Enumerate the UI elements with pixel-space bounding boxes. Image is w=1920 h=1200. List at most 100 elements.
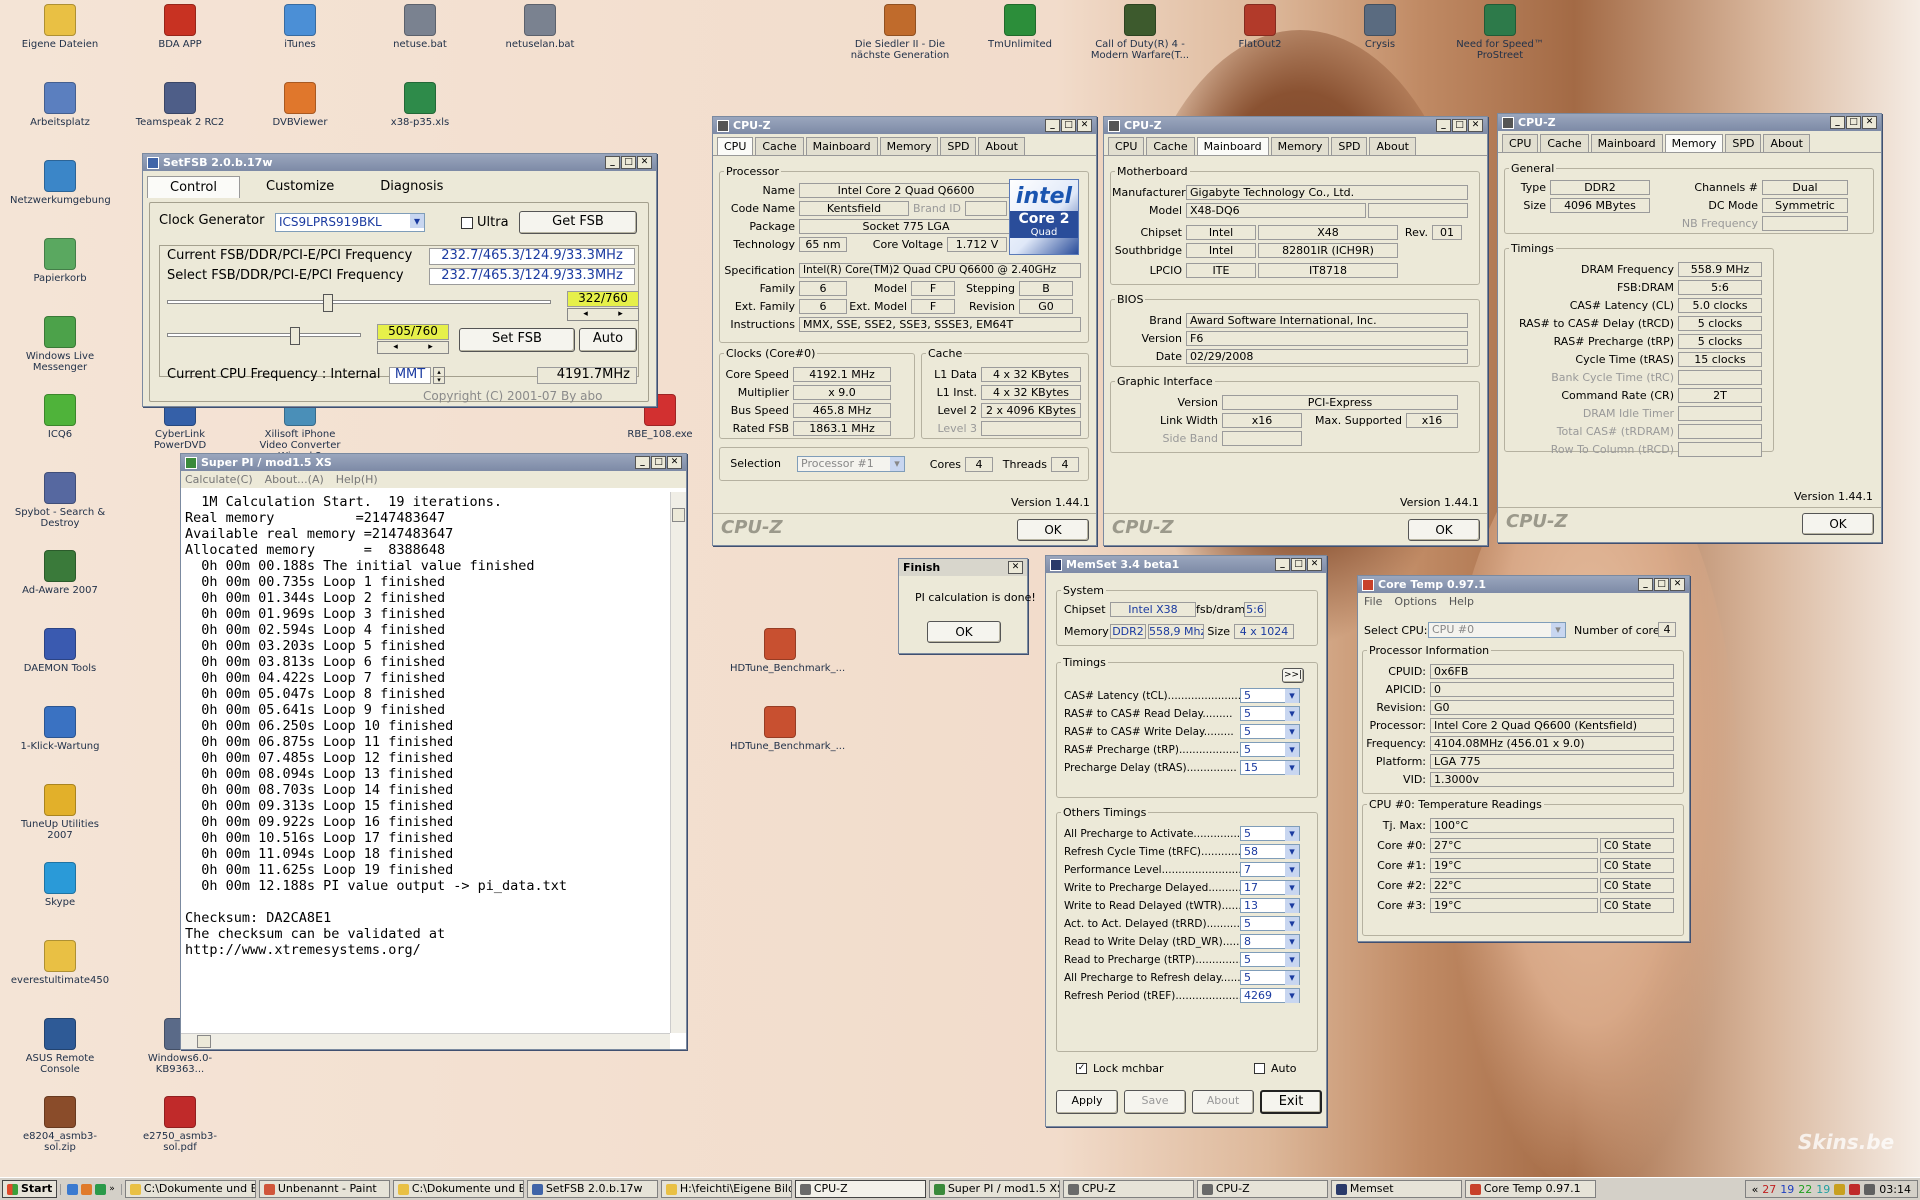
desktop-icon[interactable]: Papierkorb xyxy=(10,238,110,284)
minimize-button[interactable]: _ xyxy=(1830,116,1845,129)
maximize-button[interactable]: □ xyxy=(651,456,666,469)
desktop-icon[interactable]: Netzwerkumgebung xyxy=(10,160,111,206)
taskbar-button[interactable]: CPU-Z xyxy=(1196,1180,1328,1198)
memset-timing-select[interactable]: 5 xyxy=(1240,706,1300,721)
taskbar-button[interactable]: Core Temp 0.97.1 xyxy=(1464,1180,1596,1198)
media-player-icon[interactable] xyxy=(95,1183,107,1195)
spinner-right-icon[interactable]: ▸ xyxy=(618,309,623,320)
cpuz-title-bar[interactable]: CPU-Z _ □ ✕ xyxy=(1498,114,1881,131)
taskbar-button[interactable]: Memset xyxy=(1330,1180,1462,1198)
taskbar-button[interactable]: H:\feichti\Eigene Bild... xyxy=(660,1180,792,1198)
tab-cpu[interactable]: CPU xyxy=(1108,137,1145,155)
vertical-scrollbar[interactable] xyxy=(670,492,686,1033)
maximize-button[interactable]: □ xyxy=(1846,116,1861,129)
tray-shield-icon[interactable] xyxy=(1849,1183,1861,1195)
desktop-icon[interactable]: FlatOut2 xyxy=(1210,4,1310,50)
close-button[interactable]: ✕ xyxy=(1307,558,1322,571)
maximize-button[interactable]: □ xyxy=(1452,119,1467,132)
desktop-icon[interactable]: Teamspeak 2 RC2 xyxy=(130,82,230,128)
desktop-icon[interactable]: Windows Live Messenger xyxy=(10,316,110,373)
chevron-right-icon[interactable]: » xyxy=(109,1184,115,1195)
memset-timing-select[interactable]: 5 xyxy=(1240,724,1300,739)
desktop-icon[interactable]: BDA APP xyxy=(130,4,230,50)
desktop-icon[interactable]: Need for Speed™ ProStreet xyxy=(1450,4,1550,61)
taskbar-button[interactable]: Unbenannt - Paint xyxy=(258,1180,390,1198)
desktop-icon[interactable]: Eigene Dateien xyxy=(10,4,110,50)
memset-timing-select[interactable]: 13 xyxy=(1240,898,1300,913)
memset-timing-select[interactable]: 5 xyxy=(1240,916,1300,931)
fsb-slider-thumb[interactable] xyxy=(323,294,334,312)
tab-spd[interactable]: SPD xyxy=(1725,134,1762,152)
cpuz-ok-button[interactable]: OK xyxy=(1408,519,1480,541)
desktop-icon[interactable]: DAEMON Tools xyxy=(10,628,110,674)
desktop-icon[interactable]: netuselan.bat xyxy=(490,4,590,50)
tab-about[interactable]: About xyxy=(1369,137,1416,155)
memset-timing-select[interactable]: 5 xyxy=(1240,826,1300,841)
clock-generator-select[interactable]: ICS9LPRS919BKL xyxy=(275,213,425,232)
start-button[interactable]: Start xyxy=(2,1180,58,1198)
close-button[interactable]: ✕ xyxy=(1670,578,1685,591)
cpu-frequency-spinner[interactable]: ▴ ▾ xyxy=(433,367,445,384)
apply-button[interactable]: Apply xyxy=(1056,1090,1118,1114)
tab-about[interactable]: About xyxy=(978,137,1025,155)
maximize-button[interactable]: □ xyxy=(1061,119,1076,132)
memset-timing-select[interactable]: 5 xyxy=(1240,742,1300,757)
memset-timing-select[interactable]: 15 xyxy=(1240,760,1300,775)
desktop-icon[interactable]: e2750_asmb3-sol.pdf xyxy=(130,1096,230,1153)
desktop-icon[interactable]: Arbeitsplatz xyxy=(10,82,110,128)
maximize-button[interactable]: □ xyxy=(1654,578,1669,591)
close-button[interactable]: ✕ xyxy=(1077,119,1092,132)
processor-select[interactable]: Processor #1 xyxy=(797,456,905,472)
desktop-icon[interactable]: TuneUp Utilities 2007 xyxy=(10,784,110,841)
lock-mchbar-checkbox[interactable]: ✓ Lock mchbar xyxy=(1076,1062,1164,1075)
menu-help[interactable]: Help xyxy=(1449,593,1474,611)
tab-diagnosis[interactable]: Diagnosis xyxy=(360,176,463,198)
desktop-icon[interactable]: HDTune_Benchmark_... xyxy=(730,628,845,674)
desktop-icon[interactable]: Ad-Aware 2007 xyxy=(10,550,110,596)
desktop-icon[interactable]: ICQ6 xyxy=(10,394,110,440)
setfsb-title-bar[interactable]: SetFSB 2.0.b.17w _ □ ✕ xyxy=(143,154,656,171)
exit-button[interactable]: Exit xyxy=(1260,1090,1322,1114)
desktop-icon[interactable]: DVBViewer xyxy=(250,82,350,128)
close-button[interactable]: ✕ xyxy=(667,456,682,469)
auto-button[interactable]: Auto xyxy=(579,328,637,352)
auto-box[interactable] xyxy=(1254,1063,1265,1074)
finish-ok-button[interactable]: OK xyxy=(927,621,1001,643)
memset-timing-select[interactable]: 8 xyxy=(1240,934,1300,949)
superpi-title-bar[interactable]: Super PI / mod1.5 XS _ □ ✕ xyxy=(181,454,686,471)
memset-timing-select[interactable]: 7 xyxy=(1240,862,1300,877)
chevron-left-icon[interactable]: « xyxy=(1752,1183,1759,1196)
auto-checkbox[interactable]: Auto xyxy=(1254,1062,1297,1075)
tab-memory[interactable]: Memory xyxy=(1664,134,1724,152)
fsb-slider-spinner[interactable]: ◂ ▸ xyxy=(567,308,639,321)
expand-timings-button[interactable]: >>| xyxy=(1282,668,1304,683)
desktop-icon[interactable]: 1-Klick-Wartung xyxy=(10,706,110,752)
desktop-icon[interactable]: netuse.bat xyxy=(370,4,470,50)
tab-spd[interactable]: SPD xyxy=(940,137,977,155)
desktop-icon[interactable]: Skype xyxy=(10,862,110,908)
tab-cache[interactable]: Cache xyxy=(755,137,804,155)
ddr-slider-spinner[interactable]: ◂ ▸ xyxy=(377,341,449,354)
set-fsb-button[interactable]: Set FSB xyxy=(459,328,575,352)
fsb-slider-track[interactable] xyxy=(167,300,551,304)
desktop-icon[interactable]: Call of Duty(R) 4 - Modern Warfare(T... xyxy=(1090,4,1190,61)
spinner-left-icon[interactable]: ◂ xyxy=(393,342,398,353)
taskbar-button[interactable]: Super PI / mod1.5 XS xyxy=(928,1180,1060,1198)
tab-cpu[interactable]: CPU xyxy=(1502,134,1539,152)
cpuz-ok-button[interactable]: OK xyxy=(1802,513,1874,535)
desktop-icon[interactable]: TmUnlimited xyxy=(970,4,1070,50)
memset-timing-select[interactable]: 17 xyxy=(1240,880,1300,895)
cpuz-title-bar[interactable]: CPU-Z _ □ ✕ xyxy=(1104,117,1487,134)
minimize-button[interactable]: _ xyxy=(1045,119,1060,132)
taskbar-button[interactable]: SetFSB 2.0.b.17w xyxy=(526,1180,658,1198)
tab-memory[interactable]: Memory xyxy=(879,137,939,155)
menu-calculate[interactable]: Calculate(C) xyxy=(185,471,253,488)
tab-memory[interactable]: Memory xyxy=(1270,137,1330,155)
tray-clock[interactable]: 03:14 xyxy=(1879,1183,1911,1196)
finish-title-bar[interactable]: Finish ✕ xyxy=(899,559,1027,576)
tab-control[interactable]: Control xyxy=(147,176,240,198)
close-button[interactable]: ✕ xyxy=(637,156,652,169)
tab-spd[interactable]: SPD xyxy=(1331,137,1368,155)
tray-volume-icon[interactable] xyxy=(1864,1183,1876,1195)
close-button[interactable]: ✕ xyxy=(1468,119,1483,132)
